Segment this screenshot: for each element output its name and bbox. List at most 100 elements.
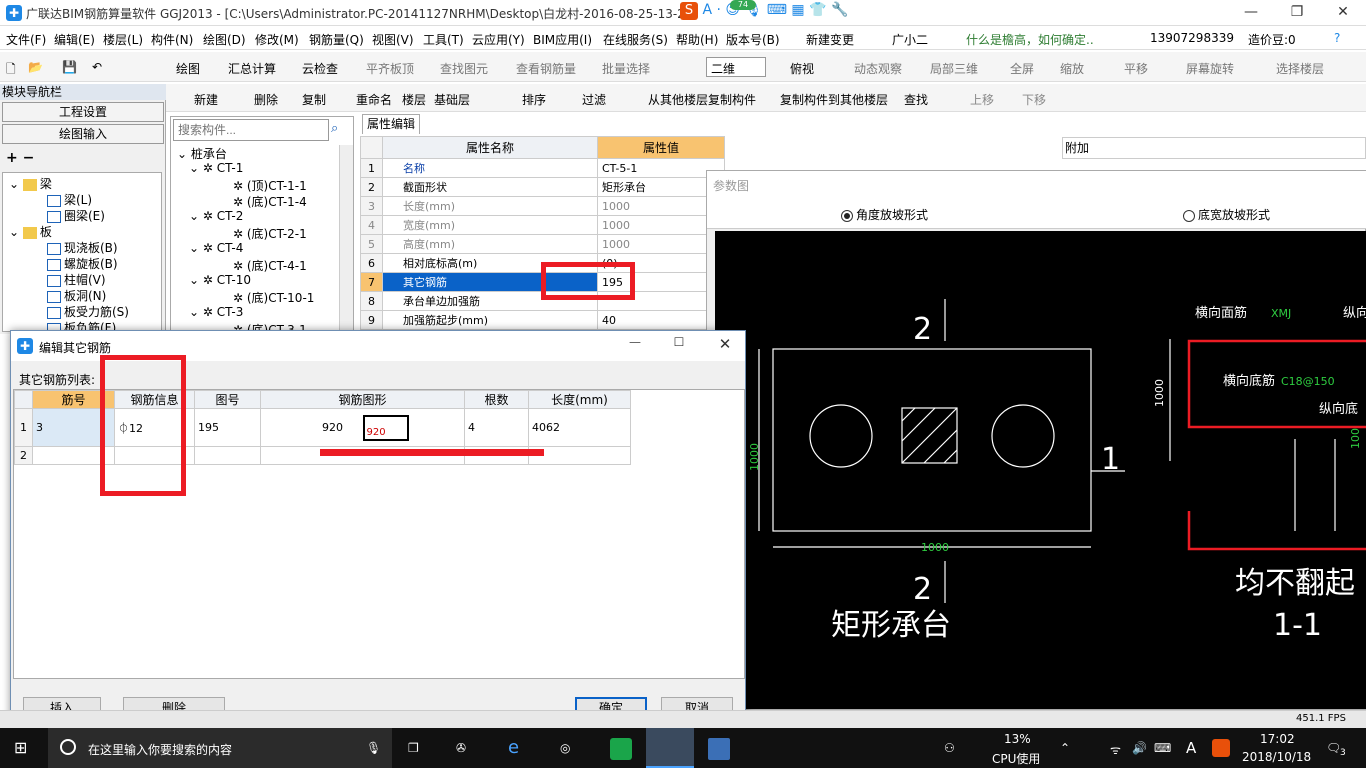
view-rebar-button[interactable]: 查看钢筋量 [516,60,576,77]
tree-item-ct4[interactable]: ⌄ ✲ CT-4 [189,241,243,255]
ime-a-icon[interactable]: A [702,2,712,18]
save-icon[interactable]: 💾 [62,60,77,74]
component-search-input[interactable] [173,119,329,141]
tree-item-pile-cap[interactable]: ⌄ 桩承台 [177,145,227,162]
nav-tree-item-slab-hole[interactable]: 板洞(N) [47,287,106,304]
sogou-tray-icon[interactable] [1212,739,1230,757]
cell-length[interactable]: 4062 [528,408,631,447]
help-icon[interactable]: ? [1334,31,1340,45]
taskbar-search-box[interactable]: 在这里输入你要搜索的内容 🎙 [48,728,392,768]
tree-scrollbar[interactable] [339,145,353,331]
menu-version[interactable]: 版本号(B) [726,31,780,48]
dialog-maximize-button[interactable]: ☐ [667,335,691,349]
find-button[interactable]: 查找 [904,91,928,108]
cad-app-icon[interactable] [708,738,730,760]
cell-bar-shape[interactable]: 920 920 [260,408,465,447]
nav-tree-item-beam-l[interactable]: 梁(L) [47,191,92,208]
fullscreen-button[interactable]: 全屏 [1010,60,1034,77]
dialog-minimize-button[interactable]: — [623,335,647,349]
menu-component[interactable]: 构件(N) [151,31,193,48]
notification-icon[interactable]: 🗨 [1326,741,1341,755]
menu-bim[interactable]: BIM应用(I) [533,31,592,48]
menu-edit[interactable]: 编辑(E) [54,31,95,48]
cloud-check-button[interactable]: 云检查 [302,60,338,77]
task-view-icon[interactable]: ❐ [408,741,419,755]
tree-item-ct3[interactable]: ⌄ ✲ CT-3 [189,305,243,319]
wrench-icon[interactable]: 🔧 [831,2,848,18]
sum-button[interactable]: 汇总计算 [228,60,276,77]
cell-count[interactable]: 4 [464,408,529,447]
new-component-button[interactable]: 新建 [194,91,218,108]
nav-tree-item-column-cap[interactable]: 柱帽(V) [47,271,106,288]
top-view-button[interactable]: 俯视 [790,60,814,77]
tree-item-ct2-1[interactable]: ✲ (底)CT-2-1 [233,225,307,242]
tree-item-ct10-1[interactable]: ✲ (底)CT-10-1 [233,289,314,306]
menu-hint[interactable]: 什么是檐高，如何确定.. [966,31,1094,48]
property-row[interactable]: 1 名称 CT-5-1 [360,158,725,178]
nav-tree-item-spiral-slab[interactable]: 螺旋板(B) [47,255,118,272]
open-icon[interactable]: 📂 [28,60,43,74]
sogou-icon[interactable]: S [680,2,698,20]
dialog-close-button[interactable]: ✕ [713,335,737,353]
property-row[interactable]: 3 长度(mm) 1000 [360,196,725,216]
keyboard-tray-icon[interactable]: ⌨ [1154,741,1171,755]
menu-new-change[interactable]: 新建变更 [806,31,854,48]
flat-top-button[interactable]: 平齐板顶 [366,60,414,77]
menu-rebar[interactable]: 钢筋量(Q) [309,31,364,48]
search-icon[interactable]: ⌕ [331,121,338,136]
menu-cloud[interactable]: 云应用(Y) [472,31,525,48]
menu-help[interactable]: 帮助(H) [676,31,718,48]
view-mode-select[interactable]: 二维 [706,57,766,77]
menu-view[interactable]: 视图(V) [372,31,414,48]
app-spiral-icon[interactable]: ◎ [560,741,570,755]
draw-button[interactable]: 绘图 [176,60,200,77]
ime-indicator[interactable]: A [1186,739,1196,757]
nav-tree-item-cast-slab[interactable]: 现浇板(B) [47,239,118,256]
windows-start-icon[interactable]: ⊞ [14,738,27,757]
undo-icon[interactable]: ↶ [92,60,102,74]
rotate-button[interactable]: 屏幕旋转 [1186,60,1234,77]
nav-tree-item-beam[interactable]: ⌄ 梁 [9,175,52,192]
filter-button[interactable]: 过滤 [582,91,606,108]
user-account[interactable]: 13907298339 [1150,31,1234,45]
new-file-icon[interactable]: 🗋 [6,60,16,81]
tree-item-ct10[interactable]: ⌄ ✲ CT-10 [189,273,251,287]
property-row[interactable]: 9 加强筋起步(mm) 40 [360,310,725,330]
tree-item-ct1-1[interactable]: ✲ (顶)CT-1-1 [233,177,307,194]
floor-select[interactable]: 基础层 [434,91,470,108]
glodon-app-icon[interactable] [646,728,694,768]
nav-tree-item-slab[interactable]: ⌄ 板 [9,223,52,240]
close-button[interactable]: ✕ [1320,0,1366,26]
restore-button[interactable]: ❐ [1274,0,1320,26]
network-icon[interactable]: ᯤ [1110,741,1121,758]
microphone-icon[interactable]: 🎙 [366,741,381,755]
ime-toolbar[interactable]: S A · ☺ 🎙 ⌨ ▦ 👕 🔧 [680,2,880,24]
menu-tools[interactable]: 工具(T) [423,31,464,48]
property-row[interactable]: 4 宽度(mm) 1000 [360,215,725,235]
nav-tree-item-ring-beam[interactable]: 圈梁(E) [47,207,105,224]
menu-file[interactable]: 文件(F) [6,31,46,48]
people-icon[interactable]: ⚇ [944,741,955,755]
tree-item-ct2[interactable]: ⌄ ✲ CT-2 [189,209,243,223]
clock-time[interactable]: 17:02 [1260,732,1295,746]
batch-select-button[interactable]: 批量选择 [602,60,650,77]
volume-icon[interactable]: 🔊 [1132,741,1147,755]
menu-online[interactable]: 在线服务(S) [603,31,668,48]
copy-to-floor-button[interactable]: 复制构件到其他楼层 [780,91,888,108]
cell-figure-no[interactable]: 195 [194,408,261,447]
property-row[interactable]: 2 截面形状 矩形承台 [360,177,725,197]
copy-component-button[interactable]: 复制 [302,91,326,108]
minimize-button[interactable]: — [1228,0,1274,26]
find-element-button[interactable]: 查找图元 [440,60,488,77]
delete-component-button[interactable]: 删除 [254,91,278,108]
menu-guangxiaoer[interactable]: 广小二 [892,31,928,48]
shirt-icon[interactable]: 👕 [809,2,826,18]
dynamic-view-button[interactable]: 动态观察 [854,60,902,77]
punct-icon[interactable]: · [716,2,720,18]
ie-browser-icon[interactable]: e [508,737,519,758]
radio-width-slope[interactable]: 底宽放坡形式 [1183,206,1270,223]
move-down-button[interactable]: 下移 [1022,91,1046,108]
select-layer-button[interactable]: 选择楼层 [1276,60,1324,77]
rename-button[interactable]: 重命名 [356,91,392,108]
local-3d-button[interactable]: 局部三维 [930,60,978,77]
